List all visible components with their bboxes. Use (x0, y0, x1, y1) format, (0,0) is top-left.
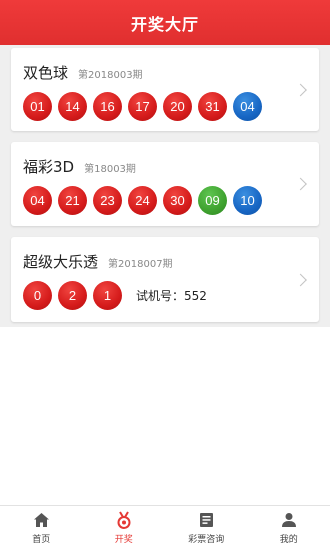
lottery-name: 双色球 (23, 64, 69, 82)
tab-label: 我的 (279, 535, 298, 545)
ball-red: 2 (58, 281, 87, 310)
empty-area (0, 327, 330, 505)
ball-red: 31 (198, 92, 227, 121)
tab-mine[interactable]: 我的 (248, 506, 330, 550)
ball-blue: 10 (233, 186, 262, 215)
ball-blue: 04 (233, 92, 262, 121)
ball-red: 17 (128, 92, 157, 121)
chevron-right-icon (294, 83, 307, 96)
page-title: 开奖大厅 (130, 14, 199, 34)
ball-row: 0 2 1 试机号：552 (23, 281, 207, 310)
ball-red: 14 (58, 92, 87, 121)
ball-red: 1 (93, 281, 122, 310)
lottery-list: 双色球 第2018003期 01 14 16 17 20 31 04 福彩3D 第18003… (0, 45, 330, 327)
ball-red: 16 (93, 92, 122, 121)
home-icon (32, 511, 50, 529)
ball-row: 01 14 16 17 20 31 04 (23, 92, 268, 121)
lottery-card-ssq[interactable]: 双色球 第2018003期 01 14 16 17 20 31 04 (11, 48, 319, 131)
lottery-issue: 第2018003期 (78, 70, 143, 81)
ball-red: 21 (58, 186, 87, 215)
ball-red: 04 (23, 186, 52, 215)
ball-row: 04 21 23 24 30 09 10 (23, 186, 268, 215)
lottery-issue: 第18003期 (84, 164, 136, 175)
bottom-tab-bar: 首页 开奖 彩票咨询 我的 (0, 505, 330, 550)
medal-icon (115, 511, 133, 529)
news-icon (197, 511, 215, 529)
tab-draw[interactable]: 开奖 (83, 506, 166, 550)
lottery-issue: 第2018007期 (108, 259, 173, 270)
ball-red: 30 (163, 186, 192, 215)
lottery-card-3d[interactable]: 福彩3D 第18003期 04 21 23 24 30 09 10 (11, 142, 319, 226)
ball-red: 0 (23, 281, 52, 310)
ball-red: 20 (163, 92, 192, 121)
lottery-name: 超级大乐透 (23, 253, 99, 271)
app-header: 开奖大厅 (0, 0, 330, 45)
ball-green: 09 (198, 186, 227, 215)
chevron-right-icon (294, 177, 307, 191)
ball-red: 24 (128, 186, 157, 215)
tab-news[interactable]: 彩票咨询 (165, 506, 248, 550)
lottery-name: 福彩3D (23, 158, 75, 176)
chevron-right-icon (294, 273, 307, 286)
trial-number: 试机号：552 (136, 289, 207, 303)
ball-red: 01 (23, 92, 52, 121)
tab-label: 彩票咨询 (188, 535, 225, 545)
tab-home[interactable]: 首页 (0, 506, 83, 550)
lottery-card-dlt[interactable]: 超级大乐透 第2018007期 0 2 1 试机号：552 (11, 237, 319, 322)
user-icon (280, 511, 298, 529)
tab-label: 开奖 (114, 535, 133, 545)
tab-label: 首页 (32, 535, 51, 545)
ball-red: 23 (93, 186, 122, 215)
